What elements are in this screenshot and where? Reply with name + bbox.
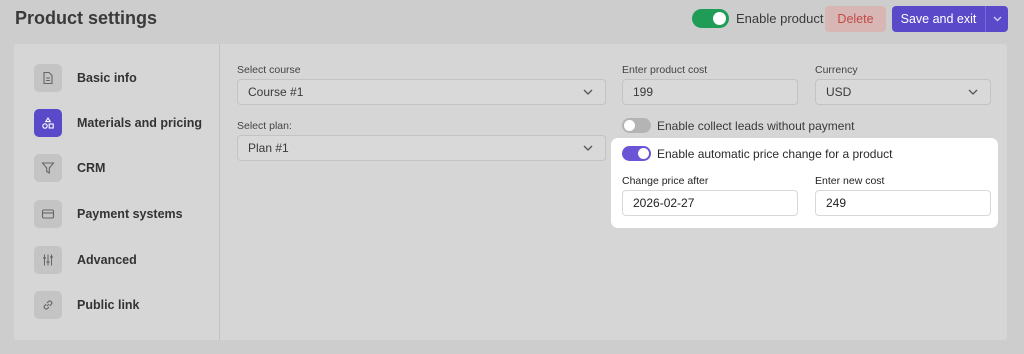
page-title: Product settings <box>15 8 158 28</box>
enable-product-toggle[interactable] <box>692 9 729 28</box>
save-and-exit-button[interactable]: Save and exit <box>892 6 985 32</box>
sidebar-item-label: Materials and pricing <box>77 116 203 130</box>
shapes-icon <box>34 109 62 137</box>
sidebar-item-public-link[interactable]: Public link <box>34 291 140 319</box>
course-label: Select course <box>237 64 301 76</box>
course-select-value: Course #1 <box>248 85 304 99</box>
auto-price-change-card: Enable automatic price change for a prod… <box>611 138 998 228</box>
chevron-down-icon <box>968 89 978 95</box>
sidebar-item-label: Public link <box>77 298 140 312</box>
plan-label: Select plan: <box>237 120 292 132</box>
top-bar: Product settings Enable product Delete S… <box>0 0 1024 42</box>
plan-select[interactable]: Plan #1 <box>237 135 606 161</box>
save-options-dropdown[interactable] <box>985 6 1008 32</box>
currency-select[interactable]: USD <box>815 79 991 105</box>
sidebar-item-label: Payment systems <box>77 207 183 221</box>
collect-leads-label: Enable collect leads without payment <box>657 118 855 133</box>
link-icon <box>34 291 62 319</box>
auto-price-change-toggle[interactable] <box>622 146 651 161</box>
delete-button[interactable]: Delete <box>825 6 886 32</box>
change-price-after-input[interactable]: 2026-02-27 <box>622 190 798 216</box>
sidebar-item-payment-systems[interactable]: Payment systems <box>34 200 183 228</box>
product-cost-input[interactable]: 199 <box>622 79 798 105</box>
sidebar-item-label: Advanced <box>77 253 137 267</box>
toggle-knob <box>624 120 635 131</box>
chevron-down-icon <box>583 89 593 95</box>
sliders-icon <box>34 246 62 274</box>
plan-select-value: Plan #1 <box>248 141 289 155</box>
chevron-down-icon <box>993 16 1001 22</box>
chevron-down-icon <box>583 145 593 151</box>
sidebar-item-label: Basic info <box>77 71 137 85</box>
course-select[interactable]: Course #1 <box>237 79 606 105</box>
product-cost-label: Enter product cost <box>622 64 708 76</box>
product-cost-value: 199 <box>633 85 654 99</box>
sidebar-item-advanced[interactable]: Advanced <box>34 246 137 274</box>
sidebar-item-label: CRM <box>77 161 106 175</box>
enable-product-label: Enable product <box>736 11 824 26</box>
sidebar-item-basic-info[interactable]: Basic info <box>34 64 137 92</box>
collect-leads-control[interactable]: Enable collect leads without payment <box>622 118 854 133</box>
toggle-knob <box>713 12 726 25</box>
auto-price-change-label: Enable automatic price change for a prod… <box>657 146 893 161</box>
new-cost-label: Enter new cost <box>815 175 885 187</box>
document-icon <box>34 64 62 92</box>
funnel-icon <box>34 154 62 182</box>
collect-leads-toggle[interactable] <box>622 118 651 133</box>
save-and-exit-button-group: Save and exit <box>892 6 1008 32</box>
currency-select-value: USD <box>826 85 852 99</box>
new-cost-value: 249 <box>826 196 847 210</box>
change-price-after-value: 2026-02-27 <box>633 196 695 210</box>
change-price-after-label: Change price after <box>622 175 709 187</box>
credit-card-icon <box>34 200 62 228</box>
sidebar: Basic info Materials and pricing CRM Pay… <box>14 44 220 340</box>
currency-label: Currency <box>815 64 858 76</box>
auto-price-change-control[interactable]: Enable automatic price change for a prod… <box>622 146 892 161</box>
toggle-knob <box>638 148 649 159</box>
sidebar-item-materials-and-pricing[interactable]: Materials and pricing <box>34 109 202 137</box>
new-cost-input[interactable]: 249 <box>815 190 991 216</box>
sidebar-item-crm[interactable]: CRM <box>34 154 105 182</box>
enable-product-control[interactable]: Enable product <box>692 9 823 28</box>
